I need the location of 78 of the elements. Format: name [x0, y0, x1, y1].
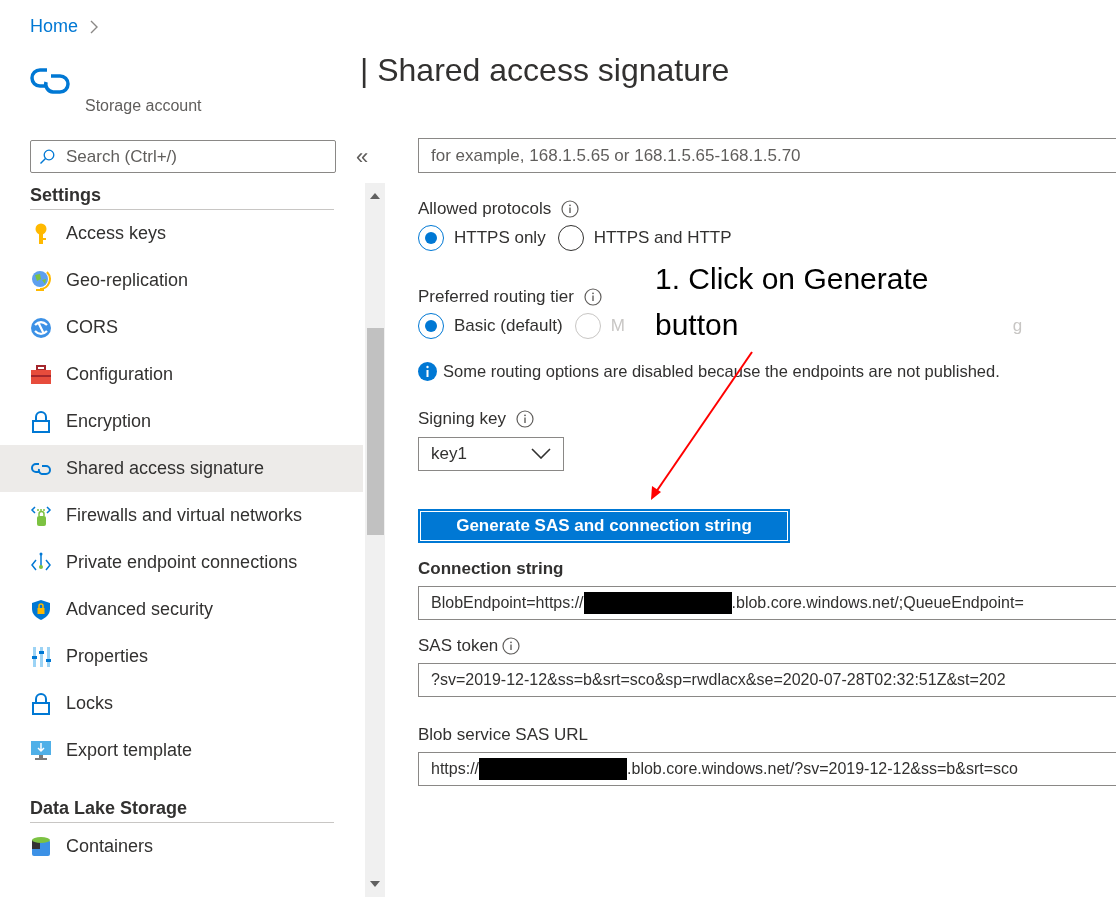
nav-label: Containers — [66, 835, 154, 858]
output-field[interactable]: BlobEndpoint=https:// .blob.core.windows.net/;QueueEndpoint= — [418, 585, 1116, 620]
nav-label: Locks — [66, 692, 114, 715]
section-heading: Settings — [30, 184, 102, 207]
toolbox-icon — [30, 364, 52, 385]
nav-label: Access keys — [66, 222, 167, 245]
nav-item[interactable]: Advanced security — [0, 586, 363, 633]
nav-label: Firewalls and virtual networks — [66, 504, 303, 527]
collapse-button[interactable]: « — [356, 145, 369, 168]
nav-label: Configuration — [66, 363, 174, 386]
radio-button[interactable] — [418, 313, 444, 339]
info-icon — [515, 409, 534, 428]
nav-label: Encryption — [66, 410, 152, 433]
section-heading: Data Lake Storage — [30, 797, 189, 820]
signing-key-dropdown[interactable]: key1 — [418, 436, 564, 471]
nav-label: Export template — [66, 739, 193, 762]
nav-item[interactable]: Firewalls and virtual networks — [0, 492, 363, 539]
annotation-text: 1. Click on Generate button — [655, 261, 930, 343]
nav-item[interactable]: Private endpoint connections — [0, 539, 363, 586]
info-icon — [561, 200, 580, 218]
scrollbar[interactable] — [365, 183, 385, 897]
lock-icon — [31, 410, 51, 433]
covered-text: g — [1012, 315, 1023, 338]
field-label: SAS token — [418, 635, 499, 657]
radio-label: HTTPS and HTTP — [593, 227, 732, 250]
globe-icon — [30, 269, 52, 292]
shield-icon — [31, 598, 51, 621]
lock-icon — [31, 692, 51, 715]
radio-label: HTTPS only — [454, 227, 546, 250]
nav-item[interactable]: Configuration — [0, 351, 363, 398]
chevron-down-icon — [531, 448, 551, 460]
output-field[interactable]: ?sv=2019-12-12&ss=b&srt=sco&sp=rwdlacx&se=2020-07-28T02:32:51Z&st=202 — [418, 662, 1116, 697]
info-icon — [502, 636, 521, 655]
nav-item[interactable]: Properties — [0, 633, 363, 680]
nav-label: Properties — [66, 645, 149, 668]
nav-label: CORS — [66, 316, 118, 339]
sliders-icon — [31, 645, 51, 668]
link-icon — [30, 460, 52, 477]
scroll-down-icon — [370, 881, 380, 887]
firewall-icon — [30, 504, 52, 527]
ip-range-field[interactable]: for example, 168.1.5.65 or 168.1.5.65-168.1.5.70 — [418, 138, 1116, 173]
nav-item[interactable]: Export template — [0, 727, 363, 774]
info-icon — [583, 288, 602, 306]
nav-label: Private endpoint connections — [66, 551, 298, 574]
field-label: Blob service SAS URL — [418, 724, 589, 746]
nav-item[interactable]: Containers — [0, 823, 363, 870]
database-icon — [31, 835, 51, 858]
radio-button[interactable] — [557, 225, 584, 251]
monitor-icon — [30, 739, 52, 762]
nav-label: Advanced security — [66, 598, 214, 621]
breadcrumb-link[interactable]: Home — [30, 13, 78, 40]
chevron-icon — [90, 19, 99, 34]
info-icon — [418, 361, 437, 381]
network-icon — [30, 316, 52, 339]
field-label: Connection string — [418, 558, 564, 580]
search-field[interactable]: Search (Ctrl+/) — [30, 140, 336, 173]
search-icon — [39, 149, 55, 165]
nav-label: Geo-replication — [66, 269, 189, 292]
link-icon — [29, 66, 71, 94]
nav-item[interactable]: Encryption — [0, 398, 363, 445]
field-label: Allowed protocols — [418, 198, 552, 221]
nav-label: Shared access signature — [66, 457, 265, 480]
nav-item[interactable]: CORS — [0, 304, 363, 351]
radio-label: Basic (default) — [454, 315, 563, 338]
output-field[interactable]: https:// .blob.core.windows.net/?sv=2019-12-12&ss=b&srt=sco — [418, 751, 1116, 786]
nav-item[interactable]: Access keys — [0, 210, 363, 257]
field-label: Preferred routing tier — [418, 286, 574, 309]
nav-item[interactable]: Geo-replication — [0, 257, 363, 304]
page-title: | Shared access signature — [360, 51, 730, 90]
resource-type: Storage account — [85, 96, 203, 116]
scroll-thumb[interactable] — [366, 328, 384, 535]
field-label: Signing key — [418, 408, 506, 430]
generate-button[interactable]: Generate SAS and connection string — [418, 508, 790, 543]
nav-item[interactable]: Locks — [0, 680, 363, 727]
scroll-up-icon — [370, 193, 380, 199]
radio-button[interactable] — [418, 225, 444, 251]
nav-item[interactable]: Shared access signature — [0, 445, 363, 492]
radio-label: M — [610, 315, 625, 338]
